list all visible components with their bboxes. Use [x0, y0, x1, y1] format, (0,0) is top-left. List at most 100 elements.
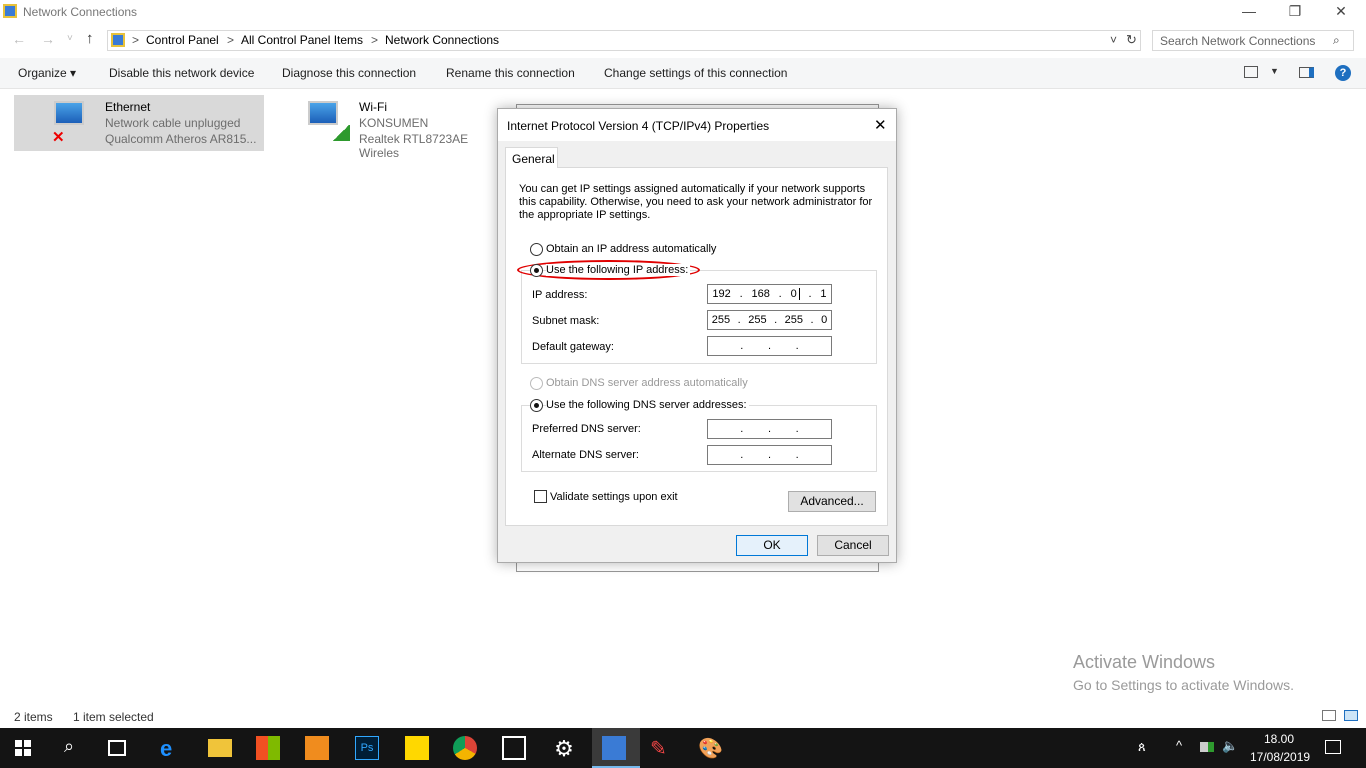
- gateway-label: Default gateway:: [532, 341, 614, 353]
- network-tray-icon[interactable]: [1200, 742, 1214, 752]
- item-count: 2 items: [14, 710, 53, 724]
- task-view-icon[interactable]: [108, 740, 126, 756]
- computer-icon: [54, 101, 84, 125]
- selected-count: 1 item selected: [73, 710, 154, 724]
- minimize-button[interactable]: —: [1226, 0, 1272, 24]
- details-view-icon[interactable]: [1322, 710, 1336, 721]
- breadcrumb-separator: >: [132, 33, 140, 47]
- breadcrumb-separator: >: [227, 33, 235, 47]
- paint-app-icon[interactable]: ✎: [650, 736, 674, 760]
- control-panel-icon: [111, 33, 125, 47]
- breadcrumb-all-items[interactable]: All Control Panel Items: [241, 33, 363, 47]
- address-dropdown-button[interactable]: ˅: [1110, 33, 1117, 47]
- organize-button[interactable]: Organize ▾: [18, 66, 76, 80]
- taskbar: [0, 728, 1366, 768]
- breadcrumb-control-panel[interactable]: Control Panel: [146, 33, 219, 47]
- connection-status: KONSUMEN: [359, 116, 429, 130]
- auto-dns-radio[interactable]: [530, 377, 543, 390]
- preferred-dns-input[interactable]: ...: [707, 419, 832, 439]
- gateway-input[interactable]: ...: [707, 336, 832, 356]
- view-options-icon[interactable]: [1244, 66, 1258, 78]
- people-icon[interactable]: ጰ: [1138, 739, 1146, 755]
- auto-ip-radio[interactable]: [530, 243, 543, 256]
- connection-adapter: Realtek RTL8723AE Wireles: [359, 132, 469, 160]
- connection-adapter: Qualcomm Atheros AR815...: [105, 132, 257, 146]
- use-ip-radio[interactable]: [530, 264, 543, 277]
- search-icon: ⌕: [1333, 33, 1340, 47]
- settings-icon[interactable]: ⚙: [552, 736, 576, 761]
- tab-general[interactable]: General: [505, 147, 558, 168]
- edge-icon[interactable]: e: [160, 736, 184, 761]
- computer-icon: [308, 101, 338, 125]
- use-dns-radio[interactable]: [530, 399, 543, 412]
- disable-device-button[interactable]: Disable this network device: [109, 66, 254, 80]
- ok-button[interactable]: OK: [736, 535, 808, 556]
- dialog-title-bar: Internet Protocol Version 4 (TCP/IPv4) P…: [498, 109, 896, 141]
- activate-windows-subtitle: Go to Settings to activate Windows.: [1073, 677, 1294, 693]
- network-folder-icon: [3, 4, 17, 18]
- connection-status: Network cable unplugged: [105, 116, 241, 130]
- use-dns-label[interactable]: Use the following DNS server addresses:: [546, 399, 749, 411]
- ip-address-input[interactable]: 192. 168. 0. 1: [707, 284, 832, 304]
- alternate-dns-label: Alternate DNS server:: [532, 449, 639, 461]
- dialog-title: Internet Protocol Version 4 (TCP/IPv4) P…: [507, 119, 770, 133]
- diagnose-button[interactable]: Diagnose this connection: [282, 66, 416, 80]
- alternate-dns-input[interactable]: ...: [707, 445, 832, 465]
- subnet-mask-label: Subnet mask:: [532, 315, 600, 327]
- activate-windows-title: Activate Windows: [1073, 652, 1216, 672]
- start-button[interactable]: [15, 740, 31, 756]
- rename-button[interactable]: Rename this connection: [446, 66, 575, 80]
- up-button[interactable]: ↑: [86, 30, 94, 47]
- validate-checkbox[interactable]: [534, 490, 547, 503]
- close-button[interactable]: ✕: [1318, 0, 1364, 24]
- view-dropdown-icon[interactable]: ▼: [1270, 66, 1279, 76]
- forward-button[interactable]: →: [41, 31, 55, 47]
- window-title: Network Connections: [23, 5, 138, 19]
- title-bar: Network Connections — ❐ ✕: [0, 0, 1366, 24]
- change-settings-button[interactable]: Change settings of this connection: [604, 66, 787, 80]
- general-panel: You can get IP settings assigned automat…: [505, 167, 888, 526]
- connection-name: Wi-Fi: [359, 100, 387, 114]
- help-icon[interactable]: ?: [1335, 65, 1351, 81]
- preview-pane-icon[interactable]: [1299, 67, 1314, 78]
- signal-bars-icon: [332, 125, 350, 141]
- large-icons-view-icon[interactable]: [1344, 710, 1358, 721]
- breadcrumb-network-connections[interactable]: Network Connections: [385, 33, 499, 47]
- file-explorer-icon[interactable]: [208, 739, 232, 757]
- photos-icon[interactable]: [502, 736, 526, 760]
- dialog-close-button[interactable]: ✕: [874, 116, 887, 134]
- photoshop-icon[interactable]: Ps: [355, 736, 379, 760]
- auto-dns-label[interactable]: Obtain DNS server address automatically: [546, 377, 748, 389]
- connection-wifi[interactable]: Wi-Fi KONSUMEN Realtek RTL8723AE Wireles: [268, 95, 508, 160]
- paint-palette-icon[interactable]: 🎨: [698, 736, 723, 760]
- ip-address-label: IP address:: [532, 289, 588, 301]
- volume-icon[interactable]: 🔈: [1222, 738, 1238, 754]
- store-icon[interactable]: [256, 736, 280, 760]
- clock-time[interactable]: 18.00: [1264, 732, 1294, 746]
- action-center-icon[interactable]: [1325, 740, 1341, 754]
- search-taskbar-icon[interactable]: ⌕: [64, 736, 74, 757]
- show-hidden-icons[interactable]: ^: [1176, 738, 1182, 753]
- restore-button[interactable]: ❐: [1272, 0, 1318, 24]
- search-input[interactable]: Search Network Connections: [1152, 30, 1354, 51]
- auto-ip-label[interactable]: Obtain an IP address automatically: [546, 243, 716, 255]
- disconnected-x-icon: ✕: [52, 129, 65, 146]
- connection-ethernet[interactable]: ✕ Ethernet Network cable unplugged Qualc…: [14, 95, 264, 151]
- control-panel-taskbar-icon: [602, 736, 626, 760]
- sublime-icon[interactable]: [305, 736, 329, 760]
- validate-label[interactable]: Validate settings upon exit: [550, 491, 678, 503]
- intro-text: You can get IP settings assigned automat…: [519, 183, 873, 221]
- back-button[interactable]: ←: [12, 31, 26, 47]
- use-ip-label[interactable]: Use the following IP address:: [546, 264, 691, 276]
- connection-name: Ethernet: [105, 100, 151, 114]
- clock-date[interactable]: 17/08/2019: [1250, 750, 1310, 764]
- chrome-icon[interactable]: [453, 736, 477, 760]
- recent-locations-button[interactable]: ˅: [67, 33, 73, 44]
- advanced-button[interactable]: Advanced...: [788, 491, 876, 512]
- sticky-notes-icon[interactable]: [405, 736, 429, 760]
- subnet-mask-input[interactable]: 255. 255. 255. 0: [707, 310, 832, 330]
- cancel-button[interactable]: Cancel: [817, 535, 889, 556]
- breadcrumb-separator: >: [371, 33, 379, 47]
- refresh-button[interactable]: ↻: [1126, 32, 1137, 48]
- ipv4-properties-dialog: Internet Protocol Version 4 (TCP/IPv4) P…: [497, 108, 897, 563]
